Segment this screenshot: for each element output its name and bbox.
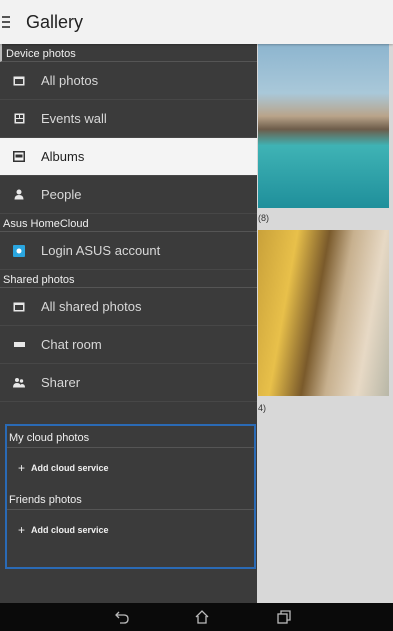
drawer-item-people[interactable]: People [0,176,257,214]
home-icon[interactable] [194,610,210,624]
album-caption: 4) [258,403,267,413]
section-header-my-cloud: My cloud photos [7,426,254,448]
album-image-street [258,230,389,396]
cloud-services-section: My cloud photos + Add cloud service Frie… [5,424,256,569]
add-cloud-service-button[interactable]: + Add cloud service [7,510,254,550]
photos-icon [13,301,25,313]
app-bar: Gallery [0,0,393,44]
navigation-drawer: Device photos All photos Events wall Alb… [0,44,257,603]
drawer-item-label: People [41,187,82,202]
album-thumbnail[interactable] [258,230,389,396]
drawer-item-chat-room[interactable]: Chat room [0,326,257,364]
drawer-item-sharer[interactable]: Sharer [0,364,257,402]
drawer-item-label: Events wall [41,111,107,126]
person-icon [13,189,25,201]
back-icon[interactable] [114,610,130,624]
albums-icon [13,151,25,163]
drawer-item-label: Chat room [41,337,102,352]
drawer-item-albums[interactable]: Albums [0,138,257,176]
drawer-item-login-asus[interactable]: Login ASUS account [0,232,257,270]
album-thumbnail[interactable] [258,44,389,208]
drawer-item-label: Sharer [41,375,81,390]
section-header-homecloud: Asus HomeCloud [0,214,257,232]
album-caption: (8) [258,213,269,223]
plus-icon: + [18,523,26,537]
drawer-item-events-wall[interactable]: Events wall [0,100,257,138]
drawer-item-label: Login ASUS account [41,243,161,258]
drawer-item-label: Albums [41,149,85,164]
drawer-item-all-shared-photos[interactable]: All shared photos [0,288,257,326]
add-cloud-label: Add cloud service [31,463,109,473]
people-icon [13,377,25,389]
add-cloud-label: Add cloud service [31,525,109,535]
plus-icon: + [18,461,26,475]
drawer-item-all-photos[interactable]: All photos [0,62,257,100]
cloud-account-icon [13,244,25,257]
chat-icon [13,339,25,351]
photos-icon [13,75,25,87]
add-cloud-service-button[interactable]: + Add cloud service [7,448,254,488]
album-image-beach [258,44,389,208]
drawer-item-label: All shared photos [41,299,142,314]
section-header-friends-photos: Friends photos [7,488,254,510]
system-nav-bar [0,603,393,631]
drawer-item-label: All photos [41,73,99,88]
menu-icon[interactable] [2,16,10,28]
app-title: Gallery [26,11,84,32]
section-header-shared-photos: Shared photos [0,270,257,288]
events-icon [13,113,25,125]
section-header-device-photos: Device photos [0,44,257,62]
recent-apps-icon[interactable] [276,610,292,624]
